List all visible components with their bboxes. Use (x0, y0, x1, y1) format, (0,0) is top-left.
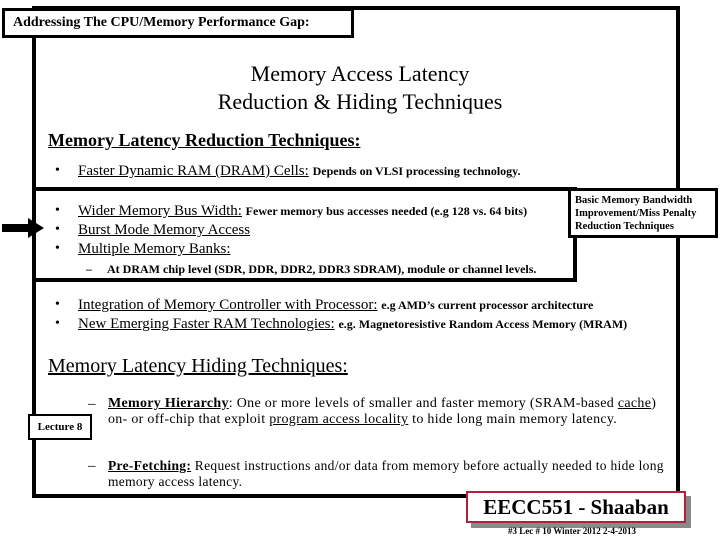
item-label: Memory Hierarchy (108, 396, 229, 411)
item-text: : One or more levels of smaller and fast… (228, 396, 618, 411)
arrow-right-icon (2, 218, 44, 238)
lecture-tag: Lecture 8 (28, 414, 92, 440)
item-note: e.g AMD’s current processor architecture (381, 298, 594, 312)
course-brand: EECC551 - Shaaban (466, 491, 686, 523)
bullet: • (55, 163, 60, 178)
callout-box: Basic Memory Bandwidth Improvement/Miss … (568, 188, 718, 238)
hiding-heading: Memory Latency Hiding Techniques: (48, 355, 348, 377)
item-label: New Emerging Faster RAM Technologies: (78, 316, 335, 332)
cache-term: cache (617, 396, 652, 411)
footer-info: #3 Lec # 10 Winter 2012 2-4-2013 (508, 526, 636, 536)
item-label: Faster Dynamic RAM (DRAM) Cells: (78, 163, 309, 179)
item-text: Request instructions and/or data from me… (108, 458, 664, 489)
bullet: • (55, 316, 60, 331)
section-header: Addressing The CPU/Memory Performance Ga… (2, 8, 354, 38)
item-label: Integration of Memory Controller with Pr… (78, 297, 378, 313)
item-label: Multiple Memory Banks: (78, 241, 231, 257)
slide-title: Memory Access Latency Reduction & Hiding… (0, 60, 720, 116)
sub-item-text: At DRAM chip level (SDR, DDR, DDR2, DDR3… (107, 262, 537, 276)
item-note: Fewer memory bus accesses needed (e.g 12… (245, 204, 528, 218)
bullet: • (55, 222, 60, 237)
bullet: • (55, 241, 60, 256)
dash: – (88, 396, 96, 412)
item-note: Depends on VLSI processing technology. (312, 164, 521, 178)
title-line-2: Reduction & Hiding Techniques (217, 89, 503, 114)
locality-term: program access locality (269, 412, 409, 427)
item-note: e.g. Magnetoresistive Random Access Memo… (338, 317, 628, 331)
bullet: • (55, 203, 60, 218)
bullet: • (55, 297, 60, 312)
dash: – (88, 458, 96, 474)
item-label: Burst Mode Memory Access (78, 222, 251, 238)
title-line-1: Memory Access Latency (250, 61, 470, 86)
item-label: Pre-Fetching: (108, 458, 192, 473)
dash: – (86, 262, 92, 276)
reduction-heading: Memory Latency Reduction Techniques: (48, 130, 361, 150)
item-text: to hide long main memory latency. (408, 412, 618, 427)
item-label: Wider Memory Bus Width: (78, 203, 242, 219)
